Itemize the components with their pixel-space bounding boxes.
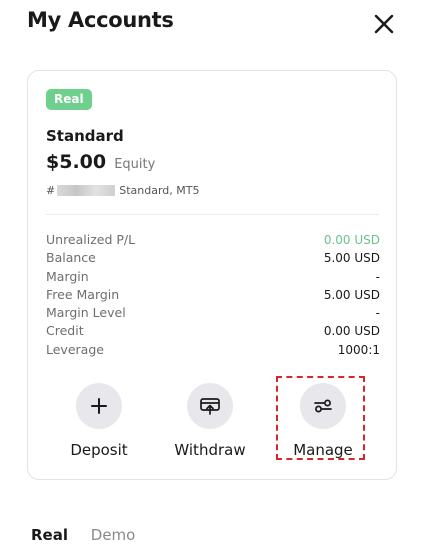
stat-value: 1000:1: [337, 342, 380, 357]
stat-label: Free Margin: [46, 286, 120, 302]
card-divider: [46, 214, 379, 215]
account-tabs: Real Demo: [31, 526, 153, 544]
stat-label: Margin: [46, 268, 89, 284]
page-title: My Accounts: [27, 8, 174, 32]
account-stats: Unrealized P/L 0.00 USD Balance 5.00 USD…: [46, 231, 380, 359]
stat-label: Margin Level: [46, 305, 126, 321]
stat-label: Balance: [46, 250, 96, 266]
stat-label: Credit: [46, 323, 84, 339]
account-number-line: # Standard, MT5: [46, 184, 199, 197]
stat-row-balance: Balance 5.00 USD: [46, 249, 380, 267]
stat-row-credit: Credit 0.00 USD: [46, 322, 380, 340]
stat-value: -: [375, 306, 380, 321]
close-icon: [374, 14, 394, 34]
manage-label: Manage: [293, 441, 353, 459]
account-type: Standard: [46, 127, 124, 145]
tab-real[interactable]: Real: [31, 526, 68, 544]
account-number-prefix: #: [46, 184, 56, 197]
equity-value: $5.00: [46, 151, 107, 173]
stat-value: 0.00 USD: [323, 233, 380, 247]
accounts-panel: My Accounts Real Standard $5.00 Equity #…: [0, 0, 421, 549]
withdraw-button[interactable]: Withdraw: [160, 383, 260, 459]
account-platform: Standard, MT5: [119, 184, 200, 197]
stat-row-leverage: Leverage 1000:1: [46, 341, 380, 359]
equity-row: $5.00 Equity: [46, 151, 155, 173]
stat-row-margin: Margin -: [46, 268, 380, 286]
withdraw-icon: [200, 398, 220, 415]
tab-demo[interactable]: Demo: [91, 526, 136, 544]
stat-value: 0.00 USD: [323, 324, 380, 339]
stat-label: Unrealized P/L: [46, 232, 136, 247]
withdraw-label: Withdraw: [174, 441, 246, 459]
stat-row-margin-level: Margin Level -: [46, 304, 380, 322]
redacted-account-number: [57, 185, 116, 196]
deposit-button[interactable]: Deposit: [49, 383, 149, 459]
plus-icon: [91, 398, 107, 414]
equity-label: Equity: [114, 157, 156, 172]
close-button[interactable]: [372, 12, 396, 36]
stat-value: -: [375, 269, 380, 284]
account-card[interactable]: Real Standard $5.00 Equity # Standard, M…: [27, 70, 397, 480]
stat-label: Leverage: [46, 341, 104, 357]
stat-row-unrealized-pl: Unrealized P/L 0.00 USD: [46, 231, 380, 249]
account-status-badge: Real: [46, 89, 92, 110]
stat-row-free-margin: Free Margin 5.00 USD: [46, 286, 380, 304]
manage-button[interactable]: Manage: [273, 383, 373, 459]
stat-value: 5.00 USD: [323, 287, 380, 302]
stat-value: 5.00 USD: [323, 251, 380, 266]
settings-sliders-icon: [314, 399, 332, 413]
deposit-label: Deposit: [70, 441, 128, 459]
account-actions: Deposit Withdraw Manage: [28, 376, 398, 463]
